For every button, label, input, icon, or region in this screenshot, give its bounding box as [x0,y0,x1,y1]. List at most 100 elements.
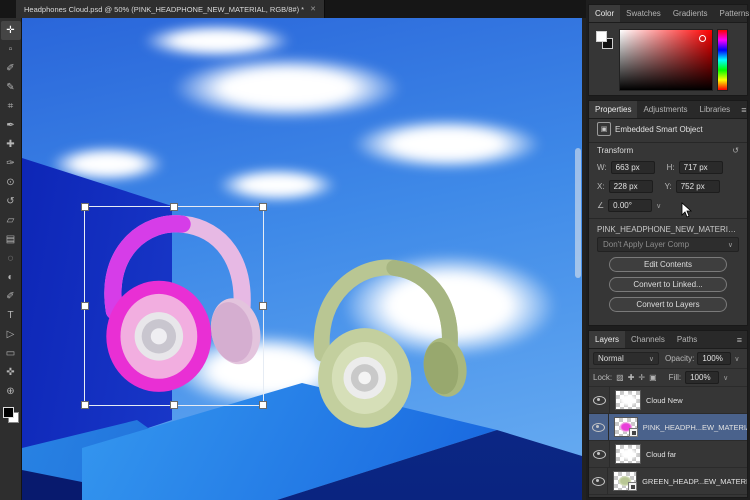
move-tool[interactable]: ✛ [1,21,21,40]
panel-menu-icon[interactable]: ≡ [732,331,747,348]
healing-brush-tool[interactable]: ✚ [1,135,21,154]
visibility-toggle[interactable] [589,414,609,440]
layer-name[interactable]: GREEN_HEADP...EW_MATERIAL [642,477,747,486]
transform-selection-box[interactable] [84,206,264,406]
history-brush-tool[interactable]: ↺ [1,192,21,211]
layer-row[interactable]: Cloud far [589,441,747,468]
selection-handle[interactable] [170,401,178,409]
tab-close-icon[interactable]: ✕ [310,5,316,13]
x-field[interactable]: 228 px [609,180,653,193]
tab-paths[interactable]: Paths [671,331,703,348]
visibility-toggle[interactable] [589,387,610,413]
chevron-down-icon[interactable]: ∨ [734,355,739,363]
cloud [352,118,542,170]
tab-layers[interactable]: Layers [589,331,625,348]
panel-menu-icon[interactable]: ≡ [736,101,750,118]
lock-pixels-icon[interactable]: ✚ [628,373,635,382]
lasso-tool[interactable]: ✐ [1,59,21,78]
selection-handle[interactable] [81,302,89,310]
selection-handle[interactable] [259,302,267,310]
y-field[interactable]: 752 px [676,180,720,193]
selection-handle[interactable] [259,401,267,409]
lock-label: Lock: [593,373,612,382]
layer-row[interactable]: GREEN_HEADP...EW_MATERIAL [589,468,747,495]
clone-stamp-tool[interactable]: ⊙ [1,173,21,192]
color-picker-dot[interactable] [699,35,706,42]
opacity-field[interactable]: 100% [697,352,731,365]
color-swatch-widget[interactable] [3,407,19,423]
dodge-tool[interactable]: ◐ [1,268,21,287]
tab-channels[interactable]: Channels [625,331,671,348]
tab-properties[interactable]: Properties [589,101,637,118]
color-panel-tabs: Color Swatches Gradients Patterns ≡ [589,5,747,23]
fill-field[interactable]: 100% [685,371,719,384]
saturation-picker[interactable] [619,29,713,91]
visibility-toggle[interactable] [589,468,608,494]
angle-field[interactable]: 0.00° [608,199,652,212]
convert-to-layers-button[interactable]: Convert to Layers [609,297,727,312]
tab-patterns[interactable]: Patterns [714,5,750,22]
layer-name[interactable]: PINK_HEADPH...EW_MATERIAL [643,423,747,432]
pen-tool[interactable]: ✐ [1,287,21,306]
eyedropper-tool[interactable]: ✒ [1,116,21,135]
opacity-label: Opacity: [665,354,694,363]
tab-gradients[interactable]: Gradients [667,5,714,22]
tab-adjustments[interactable]: Adjustments [637,101,693,118]
lock-all-icon[interactable]: ▣ [649,373,657,382]
foreground-color-chip[interactable] [596,31,607,42]
hue-slider[interactable] [717,29,728,91]
shape-tool[interactable]: ▭ [1,344,21,363]
blend-mode-dropdown[interactable]: Normal ∨ [593,352,659,365]
type-tool[interactable]: T [1,306,21,325]
convert-to-linked-button[interactable]: Convert to Linked... [609,277,727,292]
chevron-down-icon[interactable]: ∨ [656,202,661,210]
width-field[interactable]: 663 px [611,161,655,174]
crop-tool[interactable]: ⌗ [1,97,21,116]
layer-row[interactable]: Cloud New [589,387,747,414]
gradient-tool[interactable]: ▤ [1,230,21,249]
layer-name[interactable]: Cloud far [646,450,676,459]
foreground-color-swatch[interactable] [3,407,14,418]
cloud [217,168,337,202]
layers-panel: Layers Channels Paths ≡ Normal ∨ Opacity… [588,330,748,498]
eye-icon [592,477,605,486]
layer-comp-dropdown[interactable]: Don't Apply Layer Comp ∨ [597,237,739,252]
layer-thumbnail[interactable] [615,444,641,464]
width-label: W: [597,163,607,172]
selection-handle[interactable] [170,203,178,211]
mouse-cursor [681,202,693,218]
edit-contents-button[interactable]: Edit Contents [609,257,727,272]
path-selection-tool[interactable]: ▷ [1,325,21,344]
hand-tool[interactable]: ✜ [1,363,21,382]
lock-position-icon[interactable]: ✛ [638,373,645,382]
tab-swatches[interactable]: Swatches [620,5,667,22]
chevron-down-icon[interactable]: ∨ [723,374,728,382]
zoom-tool[interactable]: ⊕ [1,382,21,401]
layer-row-selected[interactable]: PINK_HEADPH...EW_MATERIAL [589,414,747,441]
selection-handle[interactable] [259,203,267,211]
document-canvas[interactable] [22,18,582,500]
layer-thumbnail[interactable] [615,390,641,410]
selection-handle[interactable] [81,203,89,211]
smart-object-icon: ▣ [597,122,611,136]
document-tab[interactable]: Headphones Cloud.psd @ 50% (PINK_HEADPHO… [16,0,325,18]
layer-thumbnail[interactable] [614,417,638,437]
panel-column: Color Swatches Gradients Patterns ≡ Prop… [586,0,750,500]
visibility-toggle[interactable] [589,441,610,467]
selection-handle[interactable] [81,401,89,409]
tool-list: ✛▫✐✎⌗✒✚✑⊙↺▱▤◌◐✐T▷▭✜⊕ [1,21,21,401]
green-headphones-object[interactable] [292,253,467,433]
tab-libraries[interactable]: Libraries [694,101,737,118]
eraser-tool[interactable]: ▱ [1,211,21,230]
marquee-tool[interactable]: ▫ [1,40,21,59]
blur-tool[interactable]: ◌ [1,249,21,268]
reset-transform-icon[interactable]: ↺ [732,146,739,155]
canvas-vertical-scrollbar[interactable] [575,148,581,278]
layer-thumbnail[interactable] [613,471,637,491]
layer-name[interactable]: Cloud New [646,396,683,405]
lock-transparency-icon[interactable]: ▨ [616,373,624,382]
height-field[interactable]: 717 px [679,161,723,174]
tab-color[interactable]: Color [589,5,620,22]
brush-tool[interactable]: ✑ [1,154,21,173]
quick-selection-tool[interactable]: ✎ [1,78,21,97]
